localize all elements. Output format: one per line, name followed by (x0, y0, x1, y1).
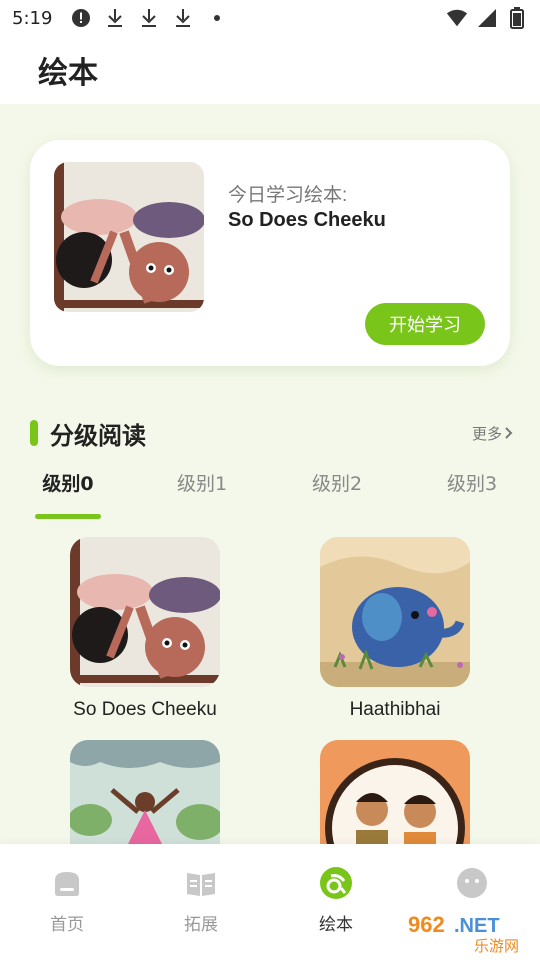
nav-item-home[interactable]: 首页 (22, 866, 112, 935)
chevron-right-icon (505, 427, 513, 439)
picture-book-icon (320, 867, 352, 899)
book-title: Haathibhai (349, 699, 441, 720)
level-tabs: 级别0 级别1 级别2 级别3 (0, 466, 540, 522)
book-cover[interactable] (70, 537, 220, 687)
book-title: So Does Cheeku (73, 699, 217, 720)
tab-level-2[interactable]: 级别2 (287, 466, 387, 502)
svg-text:乐游网: 乐游网 (474, 937, 519, 955)
graded-reading-header: 分级阅读 更多 (30, 416, 514, 450)
status-notification-icons (70, 7, 228, 29)
download-icon (172, 7, 194, 29)
today-label: 今日学习绘本: (228, 185, 348, 206)
today-book-card[interactable]: 今日学习绘本: So Does Cheeku 开始学习 (30, 140, 510, 366)
app-header: 绘本 (0, 36, 540, 104)
nav-item-extend[interactable]: 拓展 (156, 866, 246, 935)
book-cover[interactable] (320, 537, 470, 687)
nav-item-profile[interactable] (427, 866, 517, 910)
start-learning-button[interactable]: 开始学习 (365, 303, 485, 345)
more-label: 更多 (471, 424, 502, 443)
nav-label: 首页 (50, 915, 84, 935)
tab-level-0[interactable]: 级别0 (18, 466, 118, 502)
nav-label: 拓展 (184, 915, 218, 935)
signal-icon (476, 7, 498, 29)
today-book-title: So Does Cheeku (228, 209, 386, 231)
svg-text:962: 962 (408, 912, 445, 937)
download-icon (138, 7, 160, 29)
section-title: 分级阅读 (50, 421, 146, 450)
battery-icon (506, 7, 528, 29)
status-time: 5:19 (12, 7, 53, 29)
status-bar: 5:19 (0, 0, 540, 36)
nav-label: 绘本 (319, 915, 353, 935)
today-book-cover[interactable] (54, 162, 204, 312)
home-icon (55, 872, 79, 896)
nav-item-picture-book[interactable]: 绘本 (291, 866, 381, 935)
watermark-logo: 962 .NET 乐游网 (402, 908, 536, 956)
book-item[interactable]: So Does Cheeku (70, 537, 220, 720)
tab-level-1[interactable]: 级别1 (152, 466, 252, 502)
svg-text:.NET: .NET (454, 915, 500, 937)
wifi-icon (446, 7, 468, 29)
download-icon (104, 7, 126, 29)
more-link[interactable]: 更多 (472, 423, 514, 444)
tab-level-3[interactable]: 级别3 (422, 466, 522, 502)
book-item[interactable]: Haathibhai (320, 537, 470, 720)
active-tab-indicator (35, 514, 101, 519)
section-accent-bar (30, 420, 38, 446)
dot-icon (206, 7, 228, 29)
alert-circle-icon (70, 7, 92, 29)
profile-face-icon (457, 868, 487, 898)
status-system-icons (446, 7, 528, 29)
book-open-icon (187, 873, 215, 896)
page-title: 绘本 (38, 57, 98, 90)
